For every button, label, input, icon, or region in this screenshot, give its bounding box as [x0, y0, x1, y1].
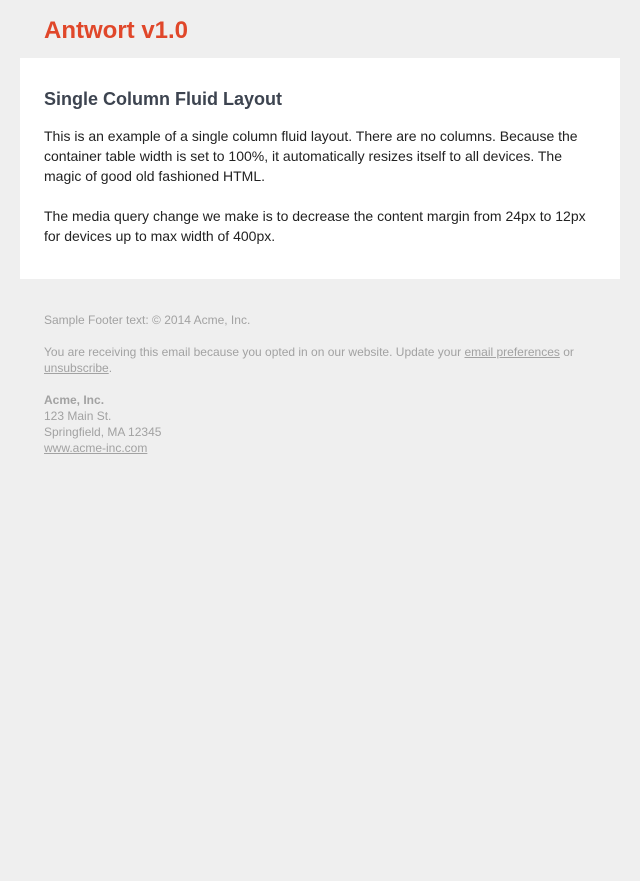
content-card: Single Column Fluid Layout This is an ex…: [20, 58, 620, 279]
footer-subscription-notice: You are receiving this email because you…: [44, 344, 596, 376]
email-wrapper: Antwort v1.0 Single Column Fluid Layout …: [0, 0, 640, 881]
email-footer: Sample Footer text: © 2014 Acme, Inc. Yo…: [0, 279, 640, 456]
footer-street: 123 Main St.: [44, 409, 112, 423]
content-paragraph-2: The media query change we make is to dec…: [44, 208, 586, 244]
footer-city: Springfield, MA 12345: [44, 425, 162, 439]
content-title: Single Column Fluid Layout: [44, 89, 282, 109]
logo-link[interactable]: Antwort v1.0: [44, 17, 188, 45]
footer-company-name: Acme, Inc.: [44, 393, 105, 407]
email-preferences-link[interactable]: email preferences: [464, 345, 559, 359]
footer-address: Acme, Inc. 123 Main St. Springfield, MA …: [44, 392, 596, 456]
subscription-notice-text: You are receiving this email because you…: [44, 345, 465, 359]
subscription-notice-period: .: [108, 361, 113, 375]
footer-sample-text: Sample Footer text: © 2014 Acme, Inc.: [44, 313, 251, 327]
unsubscribe-link[interactable]: unsubscribe: [44, 361, 109, 375]
content-paragraph-1: This is an example of a single column fl…: [44, 128, 578, 184]
email-header: Antwort v1.0: [0, 0, 640, 58]
footer-website-link[interactable]: www.acme-inc.com: [44, 440, 596, 456]
subscription-notice-or: or: [559, 345, 574, 359]
